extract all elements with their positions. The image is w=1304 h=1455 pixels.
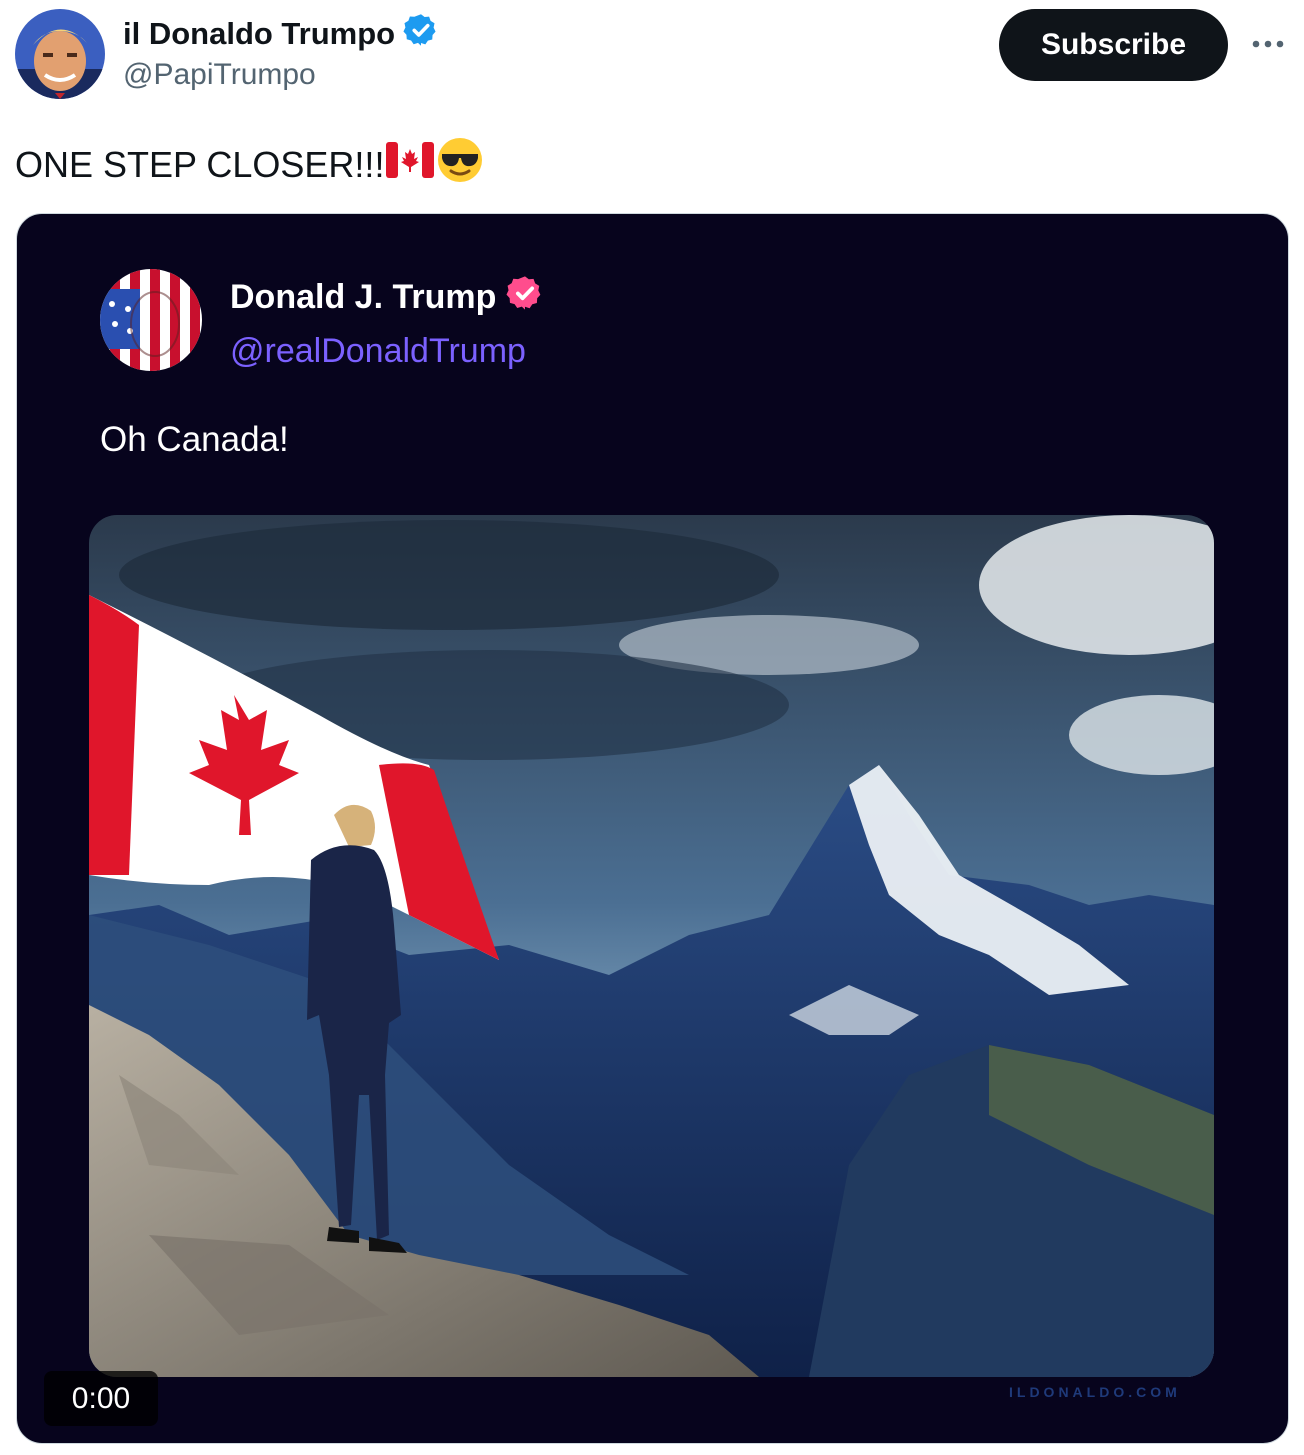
subscribe-button[interactable]: Subscribe bbox=[999, 9, 1228, 81]
inner-post-handle: @realDonaldTrump bbox=[230, 332, 526, 370]
author-avatar[interactable] bbox=[15, 9, 105, 99]
flag-portrait-avatar bbox=[100, 269, 202, 371]
tweet-text-row: ONE STEP CLOSER!!! bbox=[15, 136, 484, 193]
inner-post-display-name: Donald J. Trump bbox=[230, 278, 497, 316]
author-display-name-row: il Donaldo Trumpo bbox=[123, 12, 439, 56]
inner-verified-badge-icon bbox=[506, 274, 544, 321]
video-timestamp: 0:00 bbox=[44, 1371, 158, 1426]
inner-post-name-row: Donald J. Trump bbox=[230, 274, 544, 321]
author-handle[interactable]: @PapiTrumpo bbox=[123, 58, 316, 92]
media-card[interactable]: Donald J. Trump @realDonaldTrump Oh Cana… bbox=[16, 213, 1289, 1444]
more-options-icon[interactable] bbox=[1246, 22, 1290, 66]
video-watermark: ILDONALDO.COM bbox=[1009, 1384, 1181, 1400]
tweet-text: ONE STEP CLOSER!!! bbox=[15, 143, 385, 185]
canada-flag-icon bbox=[386, 142, 435, 187]
inner-post-text: Oh Canada! bbox=[100, 420, 289, 459]
video-frame-image[interactable] bbox=[89, 515, 1214, 1377]
sunglasses-face-icon bbox=[436, 136, 484, 193]
verified-badge-icon bbox=[403, 12, 439, 56]
profile-avatar-image bbox=[15, 9, 105, 99]
author-display-name[interactable]: il Donaldo Trumpo bbox=[123, 16, 395, 52]
inner-post-avatar bbox=[100, 269, 202, 371]
